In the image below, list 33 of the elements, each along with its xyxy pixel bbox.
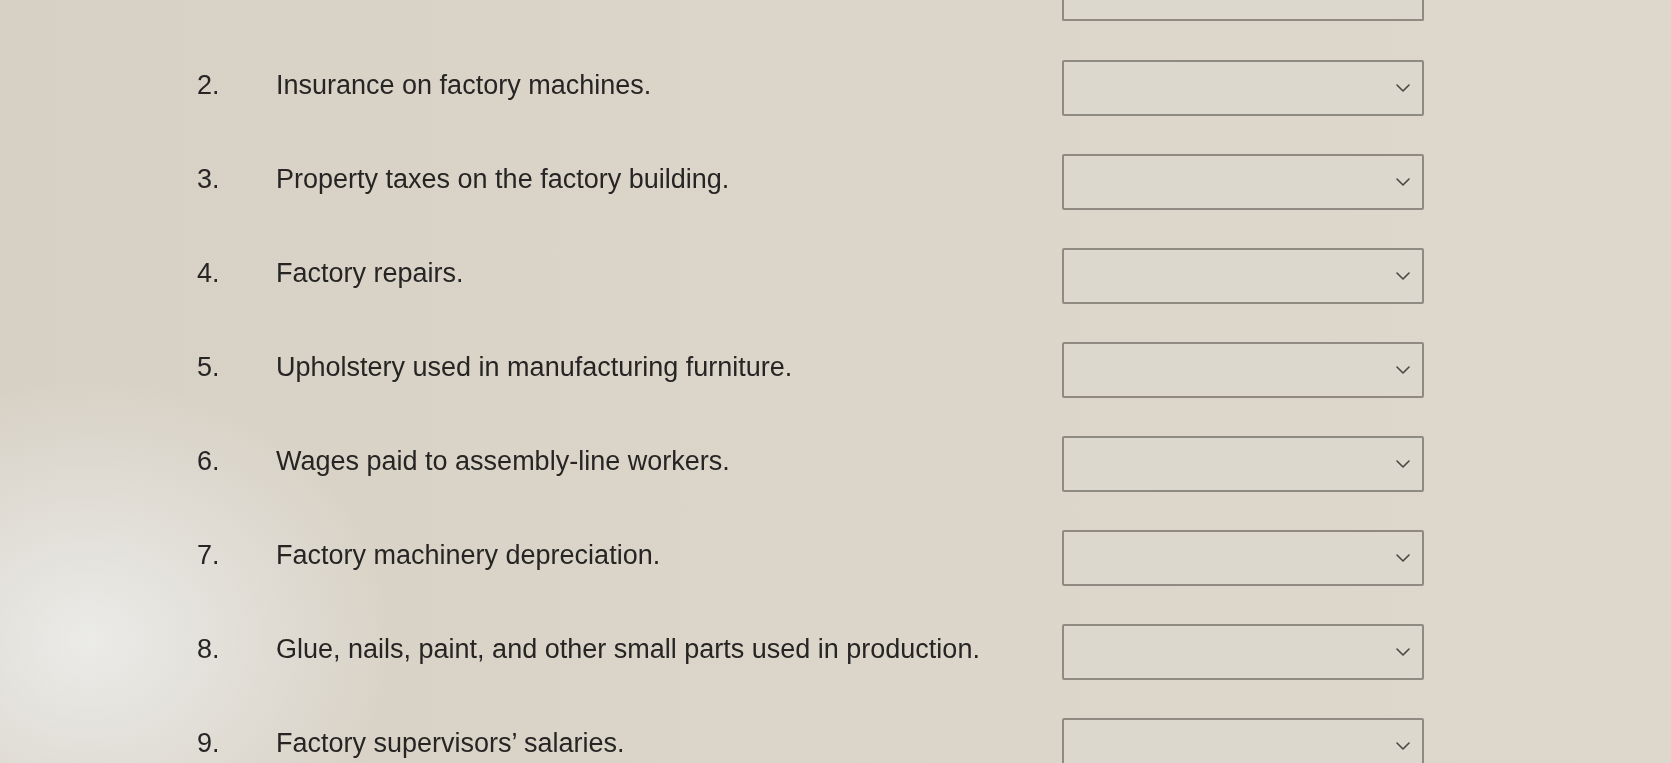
question-number: 8.: [197, 633, 221, 665]
question-text: Factory supervisors’ salaries.: [276, 727, 626, 759]
question-text: Factory machinery depreciation.: [276, 539, 662, 571]
question-text: Insurance on factory machines.: [276, 69, 653, 101]
question-text: Upholstery used in manufacturing furniture.: [276, 351, 794, 383]
question-number: 2.: [197, 69, 221, 101]
question-number: 7.: [197, 539, 221, 571]
chevron-down-icon: [1396, 366, 1410, 374]
dropdown-field[interactable]: [1062, 530, 1424, 586]
chevron-down-icon: [1396, 742, 1410, 750]
dropdown-field[interactable]: [1062, 342, 1424, 398]
question-number: 5.: [197, 351, 221, 383]
question-text: Wages paid to assembly-line workers.: [276, 445, 731, 477]
chevron-down-icon: [1396, 84, 1410, 92]
question-text: Factory repairs.: [276, 257, 465, 289]
question-number: 9.: [197, 727, 221, 759]
chevron-down-icon: [1396, 272, 1410, 280]
dropdown-field[interactable]: [1062, 248, 1424, 304]
chevron-down-icon: [1396, 648, 1410, 656]
dropdown-field[interactable]: [1062, 154, 1424, 210]
chevron-down-icon: [1396, 460, 1410, 468]
dropdown-field[interactable]: [1062, 436, 1424, 492]
chevron-down-icon: [1396, 554, 1410, 562]
question-text: Glue, nails, paint, and other small parts used in production.: [276, 633, 981, 665]
question-text: Property taxes on the factory building.: [276, 163, 731, 195]
question-number: 4.: [197, 257, 221, 289]
dropdown-field[interactable]: [1062, 0, 1424, 21]
chevron-down-icon: [1396, 178, 1410, 186]
dropdown-field[interactable]: [1062, 624, 1424, 680]
dropdown-field[interactable]: [1062, 718, 1424, 763]
dropdown-field[interactable]: [1062, 60, 1424, 116]
question-number: 3.: [197, 163, 221, 195]
question-number: 6.: [197, 445, 221, 477]
